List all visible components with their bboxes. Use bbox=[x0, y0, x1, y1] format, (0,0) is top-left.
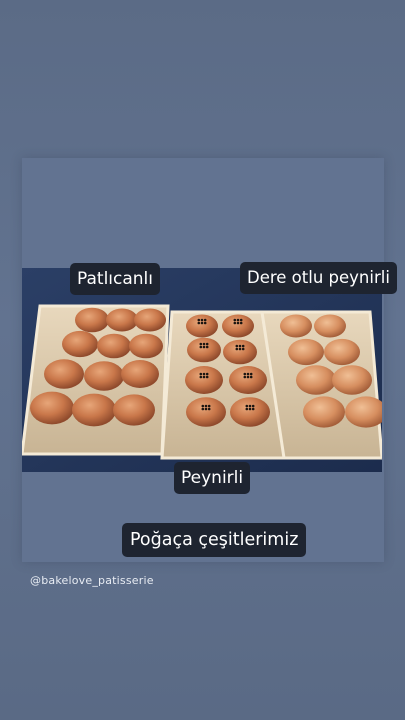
black-seed bbox=[238, 347, 242, 351]
black-seed bbox=[205, 372, 209, 376]
black-seed bbox=[205, 342, 209, 346]
pogaca-bun bbox=[314, 314, 346, 338]
pogaca-bun bbox=[223, 339, 257, 365]
story-title: Poğaça çeşitlerimiz bbox=[122, 523, 307, 557]
pogaca-bun bbox=[106, 308, 138, 332]
pogaca-bun bbox=[303, 396, 345, 428]
pogaca-bun bbox=[324, 338, 360, 366]
black-seed bbox=[207, 407, 211, 411]
pogaca-bun bbox=[30, 391, 74, 425]
pogaca-bun bbox=[113, 394, 155, 426]
black-seed bbox=[200, 321, 204, 325]
pogaca-bun bbox=[186, 397, 226, 427]
pogaca-bun bbox=[129, 333, 163, 359]
pogaca-bun bbox=[44, 359, 84, 389]
black-seed bbox=[243, 372, 247, 376]
black-seed bbox=[207, 404, 211, 408]
pogaca-bun bbox=[332, 365, 372, 395]
black-seed bbox=[239, 318, 243, 322]
black-seed bbox=[239, 321, 243, 325]
black-seed bbox=[245, 404, 249, 408]
black-seed bbox=[203, 321, 207, 325]
black-seed bbox=[249, 372, 253, 376]
pogaca-bun bbox=[121, 360, 159, 388]
pogaca-bun bbox=[222, 314, 254, 338]
black-seed bbox=[248, 404, 252, 408]
black-seed bbox=[243, 375, 247, 379]
pogaca-bun bbox=[134, 308, 166, 332]
black-seed bbox=[245, 407, 249, 411]
black-seed bbox=[241, 347, 245, 351]
pogaca-bun bbox=[84, 361, 124, 391]
black-seed bbox=[199, 342, 203, 346]
black-seed bbox=[251, 404, 255, 408]
pogaca-bun bbox=[62, 330, 98, 358]
pogaca-bun bbox=[296, 365, 336, 395]
black-seed bbox=[202, 342, 206, 346]
black-seed bbox=[197, 318, 201, 322]
black-seed bbox=[238, 344, 242, 348]
black-seed bbox=[205, 345, 209, 349]
label-dere-otlu-peynirli: Dere otlu peynirli bbox=[240, 262, 397, 294]
black-seed bbox=[249, 375, 253, 379]
pogaca-bun bbox=[72, 393, 116, 427]
black-seed bbox=[199, 375, 203, 379]
black-seed bbox=[246, 372, 250, 376]
pogaca-bun bbox=[97, 333, 131, 359]
pogaca-bun bbox=[229, 366, 267, 394]
black-seed bbox=[205, 375, 209, 379]
pogaca-bun bbox=[185, 366, 223, 394]
black-seed bbox=[202, 375, 206, 379]
pogaca-bun bbox=[75, 307, 109, 333]
black-seed bbox=[202, 345, 206, 349]
black-seed bbox=[197, 321, 201, 325]
black-seed bbox=[233, 321, 237, 325]
black-seed bbox=[246, 375, 250, 379]
black-seed bbox=[202, 372, 206, 376]
black-seed bbox=[204, 404, 208, 408]
account-handle[interactable]: @bakelove_patisserie bbox=[30, 574, 154, 587]
black-seed bbox=[241, 344, 245, 348]
black-seed bbox=[204, 407, 208, 411]
black-seed bbox=[235, 347, 239, 351]
black-seed bbox=[203, 318, 207, 322]
black-seed bbox=[199, 372, 203, 376]
black-seed bbox=[236, 318, 240, 322]
pogaca-bun bbox=[187, 337, 221, 363]
black-seed bbox=[251, 407, 255, 411]
pogaca-bun bbox=[280, 314, 312, 338]
black-seed bbox=[201, 407, 205, 411]
black-seed bbox=[248, 407, 252, 411]
black-seed bbox=[236, 321, 240, 325]
black-seed bbox=[201, 404, 205, 408]
black-seed bbox=[200, 318, 204, 322]
pogaca-bun bbox=[288, 338, 324, 366]
pogaca-bun bbox=[186, 314, 218, 338]
label-peynirli: Peynirli bbox=[174, 462, 251, 494]
black-seed bbox=[233, 318, 237, 322]
label-patlicanli: Patlıcanlı bbox=[70, 263, 161, 295]
black-seed bbox=[199, 345, 203, 349]
pogaca-bun bbox=[230, 397, 270, 427]
black-seed bbox=[235, 344, 239, 348]
pastry-photo bbox=[22, 268, 382, 472]
